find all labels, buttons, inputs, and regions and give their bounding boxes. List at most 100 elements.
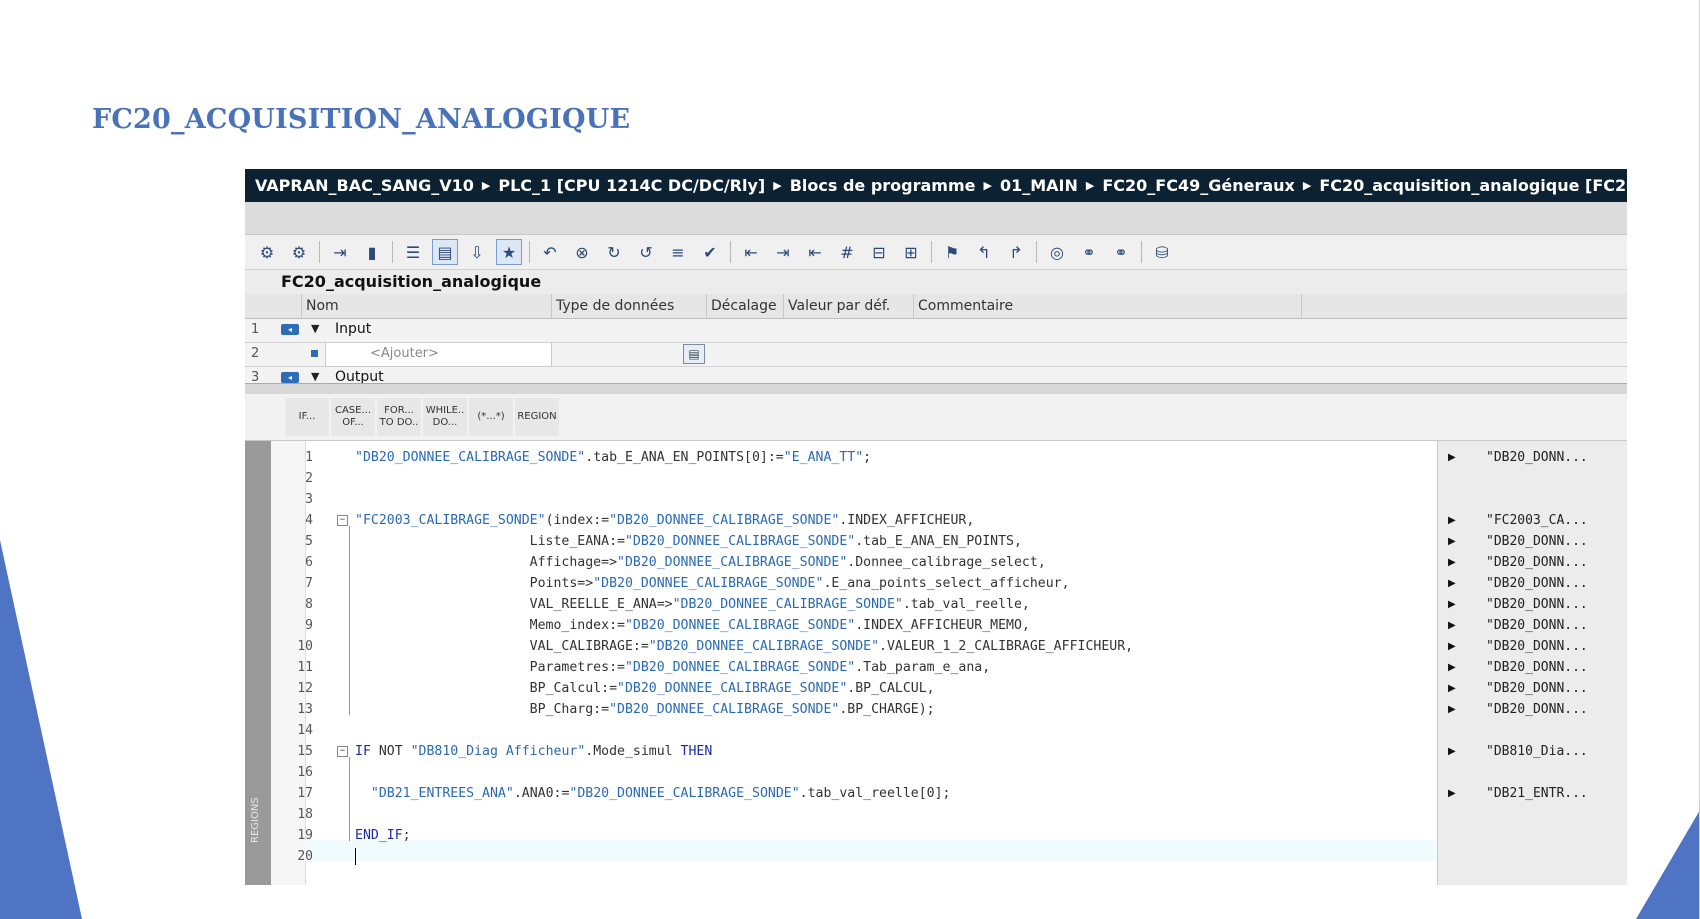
code-line[interactable]: 18: [245, 804, 1435, 825]
code-line[interactable]: 4 − "FC2003_CALIBRAGE_SONDE"(index:="DB20_…: [245, 510, 1435, 531]
scl-editor[interactable]: REGIONS 1 "DB20_DONNEE_CALIBRAGE_SONDE".t…: [245, 441, 1627, 885]
fold-toggle-icon[interactable]: −: [337, 515, 348, 526]
watch-icon[interactable]: ◎: [1045, 240, 1069, 264]
collapse-icon[interactable]: ⊟: [867, 240, 891, 264]
expand-icon[interactable]: ⊞: [899, 240, 923, 264]
monitor-on-icon[interactable]: ⚭: [1077, 240, 1101, 264]
code-line[interactable]: 2: [245, 468, 1435, 489]
breadcrumb-item-group[interactable]: FC20_FC49_Géneraux: [1102, 176, 1295, 195]
expand-arrow-icon[interactable]: ▶: [1448, 573, 1456, 594]
monitor-off-icon[interactable]: ⚭: [1109, 240, 1133, 264]
code-line[interactable]: 20: [245, 846, 1435, 867]
breadcrumb-item-main[interactable]: 01_MAIN: [1000, 176, 1078, 195]
col-type[interactable]: Type de données: [551, 294, 706, 318]
expand-arrow-icon[interactable]: ▶: [1448, 447, 1456, 468]
line-number: 18: [297, 807, 313, 822]
title-band: [245, 202, 1627, 235]
detail-view-icon[interactable]: ▤: [432, 239, 458, 265]
set-breakpoint-icon[interactable]: ↶: [538, 240, 562, 264]
snippet-while[interactable]: WHILE.. DO...: [423, 398, 467, 436]
expand-arrow-icon[interactable]: ▶: [1448, 510, 1456, 531]
expand-arrow-icon[interactable]: ▶: [1448, 531, 1456, 552]
code-line[interactable]: 10 VAL_CALIBRAGE:="DB20_DONNEE_CALIBRAGE…: [245, 636, 1435, 657]
expand-arrow-icon[interactable]: ▶: [1448, 657, 1456, 678]
delete-network-icon[interactable]: ⚙: [287, 240, 311, 264]
export-icon[interactable]: ⇥: [328, 240, 352, 264]
snippet-bar: IF... CASE... OF... FOR... TO DO.. WHILE…: [245, 394, 1627, 441]
step-icon[interactable]: ↻: [602, 240, 626, 264]
snippet-if[interactable]: IF...: [285, 398, 329, 436]
code-text: Liste_EANA:="DB20_DONNEE_CALIBRAGE_SONDE…: [355, 534, 1022, 549]
code-line[interactable]: 7 Points=>"DB20_DONNEE_CALIBRAGE_SONDE".…: [245, 573, 1435, 594]
database-icon[interactable]: ⛁: [1150, 240, 1174, 264]
line-number: 8: [305, 597, 313, 612]
expand-arrow-icon[interactable]: ▶: [1448, 741, 1456, 762]
expand-arrow-icon[interactable]: ▶: [1448, 594, 1456, 615]
add-parameter-field[interactable]: <Ajouter>: [325, 342, 552, 367]
code-line[interactable]: 8 VAL_REELLE_E_ANA=>"DB20_DONNEE_CALIBRA…: [245, 594, 1435, 615]
code-line[interactable]: 12 BP_Calcul:="DB20_DONNEE_CALIBRAGE_SON…: [245, 678, 1435, 699]
check-icon[interactable]: ✔: [698, 240, 722, 264]
code-line[interactable]: 17 "DB21_ENTREES_ANA".ANA0:="DB20_DONNEE…: [245, 783, 1435, 804]
col-nom[interactable]: Nom: [301, 294, 548, 318]
code-line[interactable]: 3: [245, 489, 1435, 510]
list-view-icon[interactable]: ☰: [401, 240, 425, 264]
clear-breakpoint-icon[interactable]: ⊗: [570, 240, 594, 264]
chevron-right-icon: ▶: [481, 179, 491, 192]
bookmark-icon[interactable]: ⚑: [940, 240, 964, 264]
splitter[interactable]: [245, 383, 1627, 394]
breadcrumb-item-project[interactable]: VAPRAN_BAC_SANG_V10: [255, 176, 474, 195]
col-valeur[interactable]: Valeur par déf.: [783, 294, 908, 318]
line-number: 10: [297, 639, 313, 654]
line-number: 7: [305, 576, 313, 591]
breadcrumb-item-plc[interactable]: PLC_1 [CPU 1214C DC/DC/Rly]: [498, 176, 765, 195]
expand-arrow-icon[interactable]: ▶: [1448, 615, 1456, 636]
indent-left-icon[interactable]: ⇤: [739, 240, 763, 264]
fold-toggle-icon[interactable]: −: [337, 746, 348, 757]
interface-row-input[interactable]: 1 ◂ ▼ Input: [245, 318, 1627, 343]
breadcrumb-item-block[interactable]: FC20_acquisition_analogique [FC20]: [1319, 176, 1627, 195]
code-line[interactable]: 6 Affichage=>"DB20_DONNEE_CALIBRAGE_SOND…: [245, 552, 1435, 573]
snippet-region[interactable]: REGION: [515, 398, 559, 436]
code-line[interactable]: 11 Parametres:="DB20_DONNEE_CALIBRAGE_SO…: [245, 657, 1435, 678]
insert-network-icon[interactable]: ⚙: [255, 240, 279, 264]
datatype-picker-icon[interactable]: ▤: [683, 344, 705, 364]
next-bookmark-icon[interactable]: ↱: [1004, 240, 1028, 264]
monitor-icon[interactable]: ▮: [360, 240, 384, 264]
snippet-comment[interactable]: (*...*): [469, 398, 513, 436]
indent-right-icon[interactable]: ⇥: [771, 240, 795, 264]
outdent-icon[interactable]: ⇤: [803, 240, 827, 264]
step-over-icon[interactable]: ↺: [634, 240, 658, 264]
expand-arrow-icon[interactable]: ▶: [1448, 552, 1456, 573]
expand-arrow-icon[interactable]: ▶: [1448, 783, 1456, 804]
expand-arrow-icon[interactable]: ▶: [1448, 678, 1456, 699]
collapse-triangle-icon[interactable]: ▼: [311, 322, 319, 335]
code-text: Points=>"DB20_DONNEE_CALIBRAGE_SONDE".E_…: [355, 576, 1070, 591]
code-line[interactable]: 14: [245, 720, 1435, 741]
comment-icon[interactable]: ≡: [666, 240, 690, 264]
prev-bookmark-icon[interactable]: ↰: [972, 240, 996, 264]
expand-arrow-icon[interactable]: ▶: [1448, 636, 1456, 657]
tia-portal-screenshot: VAPRAN_BAC_SANG_V10 ▶ PLC_1 [CPU 1214C D…: [245, 169, 1627, 885]
download-icon[interactable]: ⇩: [465, 240, 489, 264]
code-line[interactable]: 1 "DB20_DONNEE_CALIBRAGE_SONDE".tab_E_ANA…: [245, 447, 1435, 468]
favorites-icon[interactable]: ★: [496, 239, 522, 265]
row-label: Input: [335, 321, 372, 337]
col-decalage[interactable]: Décalage: [706, 294, 781, 318]
collapse-triangle-icon[interactable]: ▼: [311, 370, 319, 383]
snippet-case[interactable]: CASE... OF...: [331, 398, 375, 436]
code-line[interactable]: 16: [245, 762, 1435, 783]
expand-arrow-icon[interactable]: ▶: [1448, 699, 1456, 720]
code-line[interactable]: 19 END_IF;: [245, 825, 1435, 846]
code-line[interactable]: 13 BP_Charg:="DB20_DONNEE_CALIBRAGE_SOND…: [245, 699, 1435, 720]
code-text: IF NOT "DB810_Diag Afficheur".Mode_simul…: [355, 744, 713, 759]
breadcrumb-item-blocks[interactable]: Blocs de programme: [790, 176, 976, 195]
col-commentaire[interactable]: Commentaire: [913, 294, 1308, 318]
code-line[interactable]: 5 Liste_EANA:="DB20_DONNEE_CALIBRAGE_SON…: [245, 531, 1435, 552]
code-line[interactable]: 15 − IF NOT "DB810_Diag Afficheur".Mode_si…: [245, 741, 1435, 762]
chevron-right-icon: ▶: [1085, 179, 1095, 192]
format-icon[interactable]: #: [835, 240, 859, 264]
code-line[interactable]: 9 Memo_index:="DB20_DONNEE_CALIBRAGE_SON…: [245, 615, 1435, 636]
snippet-for[interactable]: FOR... TO DO..: [377, 398, 421, 436]
interface-row-add[interactable]: 2 <Ajouter> ▤: [245, 342, 1627, 367]
